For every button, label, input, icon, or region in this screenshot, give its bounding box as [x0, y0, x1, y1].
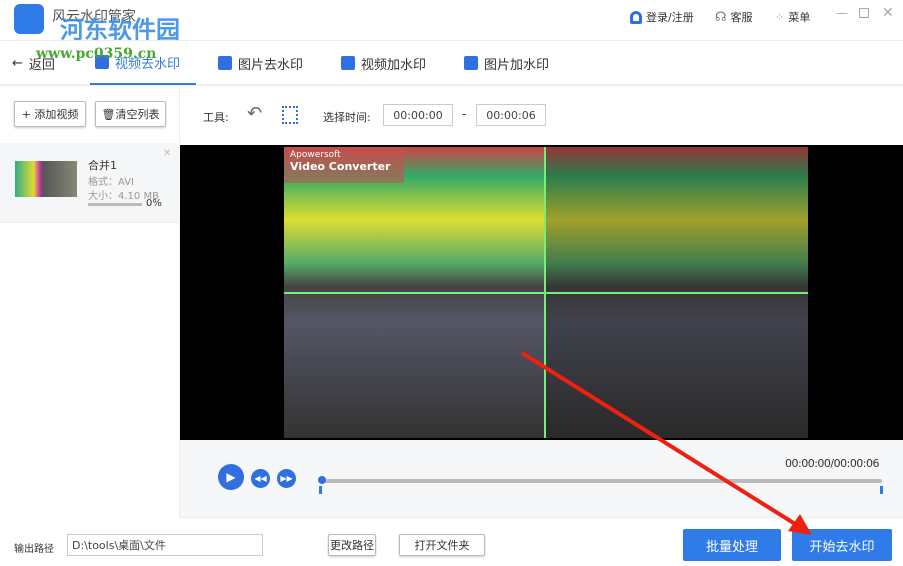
login-label: 登录/注册 — [646, 11, 694, 24]
video-overlay-watermark: Apowersoft Video Converter — [284, 147, 404, 183]
overlay-brand: Apowersoft — [290, 150, 341, 160]
open-folder-button[interactable]: 打开文件夹 — [399, 534, 485, 556]
play-button[interactable]: ▶ — [218, 464, 244, 490]
tab-label: 图片加水印 — [484, 57, 550, 73]
select-region-icon[interactable] — [282, 106, 298, 124]
tab-image-add[interactable]: 图片加水印 — [464, 41, 549, 85]
minimize-button[interactable]: — — [836, 6, 848, 20]
menu-button[interactable]: ⁘ 菜单 — [775, 9, 810, 25]
bottom-bar: 输出路径 D:\tools\桌面\文件 更改路径 打开文件夹 批量处理 开始去水… — [0, 518, 903, 566]
service-button[interactable]: ☊ 客服 — [715, 9, 753, 25]
arrow-left-icon: ← — [12, 55, 23, 71]
range-start-marker[interactable] — [319, 486, 322, 494]
clear-label: 清空列表 — [115, 108, 160, 121]
image-icon — [464, 56, 478, 70]
overlay-title: Video Converter — [290, 160, 391, 173]
image-icon — [218, 56, 232, 70]
close-button[interactable]: ✕ — [882, 5, 894, 21]
player-controls: ▶ ◀◀ ▶▶ 00:00:00/00:00:06 — [180, 440, 903, 518]
region-line — [544, 147, 546, 438]
toolbar: 工具: ↶ 选择时间: 00:00:00 - 00:00:06 — [180, 88, 903, 145]
end-time-input[interactable]: 00:00:06 — [476, 104, 546, 126]
login-button[interactable]: 登录/注册 — [630, 9, 694, 25]
tools-label: 工具: — [203, 111, 229, 124]
region-line — [284, 292, 808, 294]
timeline-slider[interactable] — [321, 479, 882, 483]
video-thumbnail — [15, 161, 77, 197]
grid-icon: ⁘ — [775, 10, 785, 24]
file-item[interactable]: 合并1 格式：AVI 大小：4.10 MB 0% ✕ — [0, 143, 180, 223]
video-preview[interactable]: Apowersoft Video Converter — [180, 145, 903, 440]
start-time-input[interactable]: 00:00:00 — [383, 104, 453, 126]
user-icon — [630, 10, 642, 24]
add-video-button[interactable]: + 添加视频 — [14, 101, 86, 127]
player-time: 00:00:00/00:00:06 — [785, 457, 880, 470]
service-label: 客服 — [730, 11, 753, 24]
video-frame: Apowersoft Video Converter — [284, 147, 808, 438]
file-sidebar: + 添加视频 🗑 清空列表 合并1 格式：AVI 大小：4.10 MB 0% ✕ — [0, 88, 180, 518]
change-path-button[interactable]: 更改路径 — [328, 534, 376, 556]
range-end-marker[interactable] — [880, 486, 883, 494]
forward-button[interactable]: ▶▶ — [277, 469, 296, 488]
output-path-input[interactable]: D:\tools\桌面\文件 — [67, 534, 263, 556]
time-label: 选择时间: — [323, 111, 371, 124]
menu-label: 菜单 — [788, 11, 811, 24]
video-icon — [341, 56, 355, 70]
start-remove-button[interactable]: 开始去水印 — [792, 529, 892, 561]
file-progress: 0% — [146, 198, 162, 209]
undo-icon[interactable]: ↶ — [247, 103, 262, 124]
timeline-handle[interactable] — [318, 476, 326, 484]
tab-label: 图片去水印 — [238, 57, 304, 73]
watermark-url: www.pc0359.cn — [36, 46, 157, 62]
tab-image-remove[interactable]: 图片去水印 — [218, 41, 303, 85]
tab-label: 视频加水印 — [361, 57, 427, 73]
output-label: 输出路径 — [14, 544, 54, 555]
file-format: 格式：AVI — [88, 177, 134, 188]
trash-icon: 🗑 — [101, 107, 116, 121]
file-name: 合并1 — [88, 159, 117, 172]
headset-icon: ☊ — [715, 9, 727, 25]
title-bar: 风云水印管家 河东软件园 www.pc0359.cn 登录/注册 ☊ 客服 ⁘ 菜单… — [0, 0, 903, 62]
file-progress-bar — [88, 203, 142, 206]
maximize-button[interactable] — [859, 8, 869, 18]
batch-process-button[interactable]: 批量处理 — [683, 529, 781, 561]
rewind-button[interactable]: ◀◀ — [251, 469, 270, 488]
app-logo-icon — [14, 4, 44, 34]
time-separator: - — [462, 107, 467, 121]
clear-list-button[interactable]: 🗑 清空列表 — [95, 101, 166, 127]
remove-file-button[interactable]: ✕ — [163, 148, 171, 159]
tab-video-add[interactable]: 视频加水印 — [341, 41, 426, 85]
